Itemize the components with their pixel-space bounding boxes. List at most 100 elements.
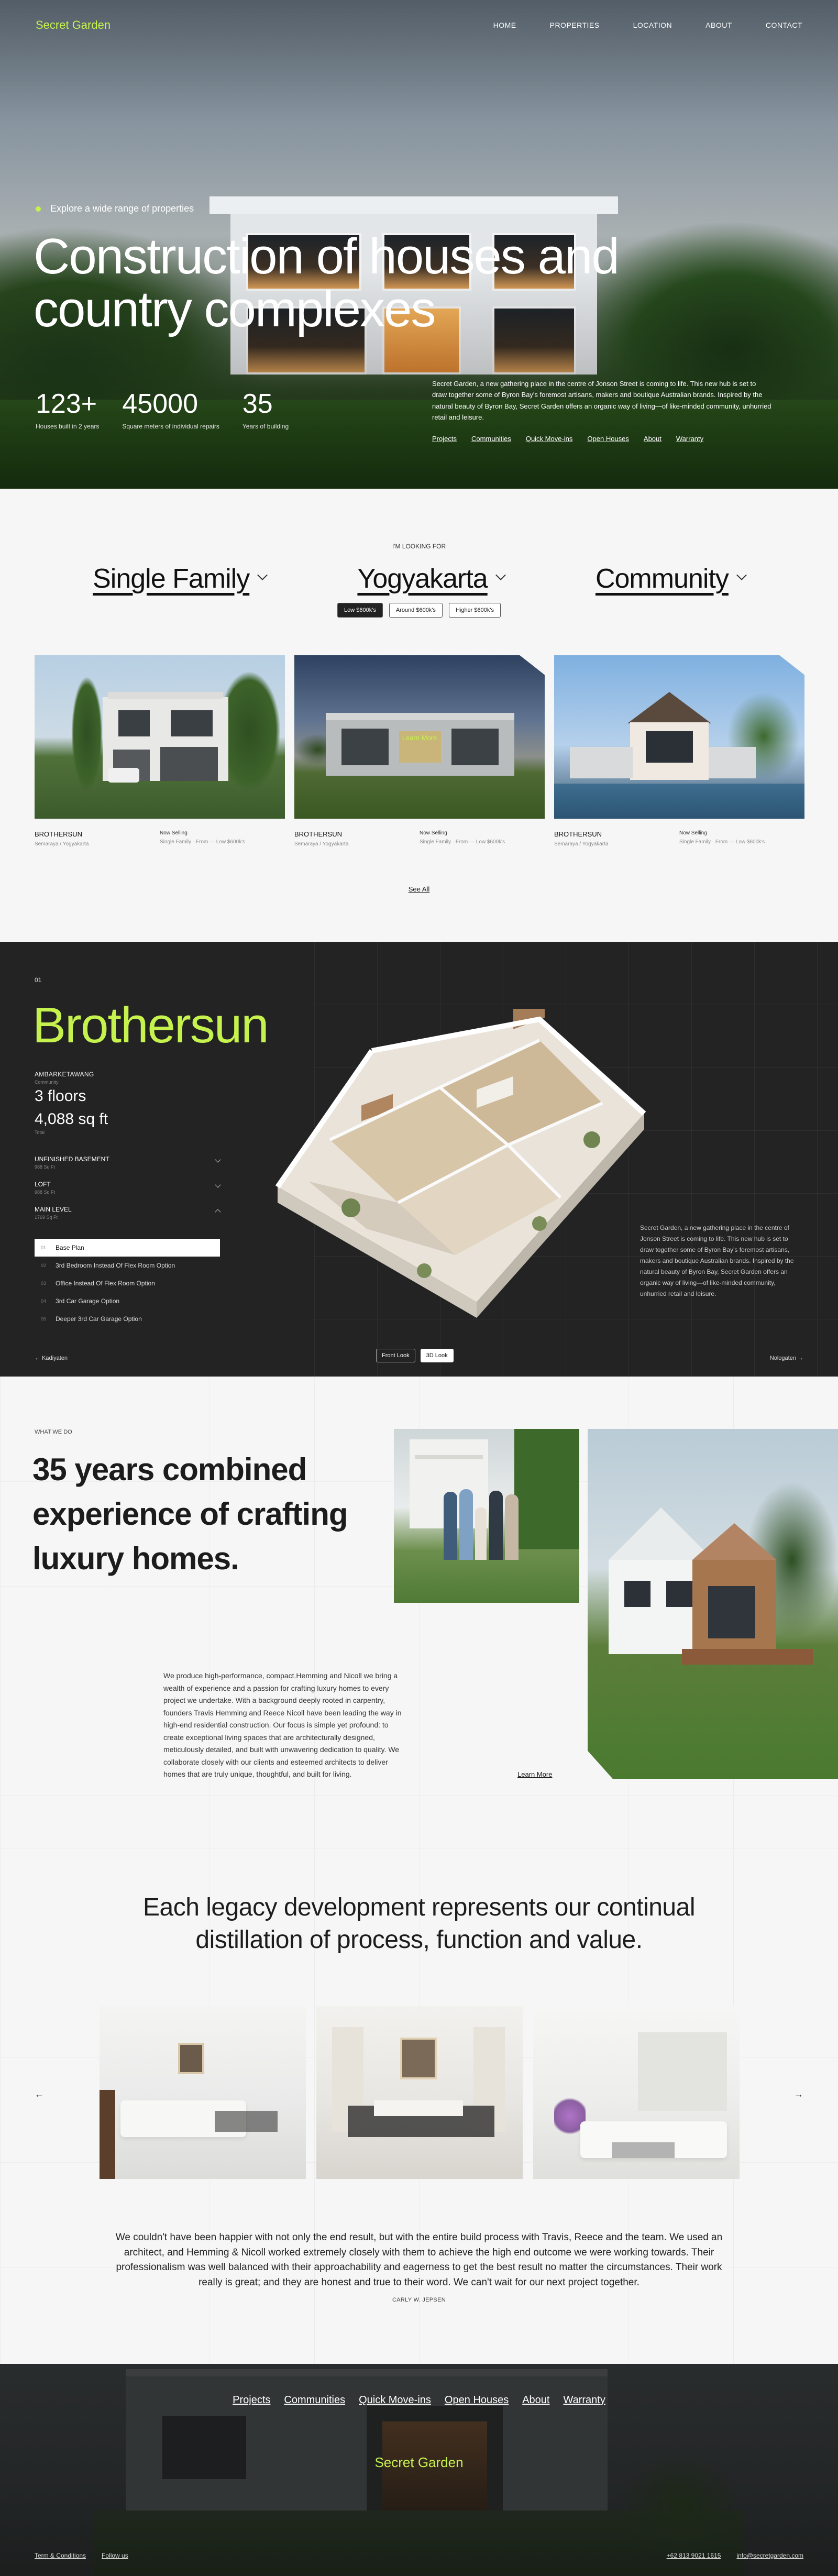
- nav-item-contact[interactable]: CONTACT: [766, 21, 802, 29]
- gallery-image[interactable]: [100, 2006, 306, 2179]
- learn-more-hover-label[interactable]: Learn More: [294, 734, 545, 742]
- chevron-down-icon: [736, 570, 747, 580]
- chevron-down-icon: [495, 570, 506, 580]
- site-footer: Projects Communities Quick Move-ins Open…: [0, 2364, 838, 2576]
- accordion-loft[interactable]: LOFT 988 Sq Ft: [35, 1181, 221, 1195]
- accordion-label: MAIN LEVEL: [35, 1206, 72, 1213]
- phone-link[interactable]: +62 813 9021 1615: [667, 2552, 721, 2559]
- hero-link-open-houses[interactable]: Open Houses: [587, 435, 629, 443]
- prev-model-label: Kadiyaten: [42, 1355, 68, 1361]
- property-card[interactable]: BROTHERSUN Semaraya / Yogyakarta Now Sel…: [554, 655, 804, 847]
- property-status: Now Selling: [160, 830, 188, 836]
- hero-link-projects[interactable]: Projects: [432, 435, 457, 443]
- plan-options: 01 Base Plan 02 3rd Bedroom Instead Of Fle…: [35, 1239, 220, 1328]
- hero-tagline: Explore a wide range of properties: [36, 203, 194, 214]
- follow-us-link[interactable]: Follow us: [102, 2552, 128, 2559]
- testimonial-author: CARLY W. JEPSEN: [392, 2297, 446, 2303]
- footer-link-communities[interactable]: Communities: [284, 2394, 345, 2406]
- spec-community-sub: Community: [35, 1080, 59, 1085]
- email-link[interactable]: info@secretgarden.com: [736, 2552, 803, 2559]
- property-price-range: Single Family · From — Low $600k's: [679, 839, 765, 845]
- property-card[interactable]: Learn More BROTHERSUN Semaraya / Yogyaka…: [294, 655, 545, 847]
- footer-link-warranty[interactable]: Warranty: [563, 2394, 605, 2406]
- stat-square-meters: 45000 Square meters of individual repair…: [122, 390, 219, 430]
- option-number: 01: [41, 1245, 47, 1250]
- modern-house-photo: [588, 1429, 838, 1779]
- property-name: BROTHERSUN: [35, 830, 83, 838]
- spec-floors-value: 3 floors: [35, 1087, 86, 1105]
- option-3rd-bedroom[interactable]: 02 3rd Bedroom Instead Of Flex Room Optio…: [35, 1257, 220, 1274]
- footer-contact: +62 813 9021 1615 info@secretgarden.com: [667, 2552, 803, 2559]
- hero-link-quick-move-ins[interactable]: Quick Move-ins: [526, 435, 573, 443]
- price-pill-around[interactable]: Around $600k's: [389, 603, 443, 618]
- accordion-main-level[interactable]: MAIN LEVEL 1769 Sq Ft: [35, 1206, 221, 1220]
- property-status: Now Selling: [679, 830, 707, 836]
- floorplan-section: 01 Brothersun AMBARKETAWANG Community 3 …: [0, 942, 838, 1377]
- bullet-dot-icon: [36, 206, 41, 212]
- front-look-button[interactable]: Front Look: [376, 1349, 415, 1362]
- property-price-range: Single Family · From — Low $600k's: [420, 839, 505, 845]
- property-location: Semaraya / Yogyakarta: [554, 841, 609, 847]
- option-3rd-car-garage[interactable]: 04 3rd Car Garage Option: [35, 1292, 220, 1310]
- property-meta: BROTHERSUN Semaraya / Yogyakarta Now Sel…: [554, 830, 804, 847]
- price-pill-low[interactable]: Low $600k's: [337, 603, 383, 618]
- view-toggle: Front Look 3D Look: [376, 1349, 454, 1362]
- footer-link-about[interactable]: About: [522, 2394, 549, 2406]
- next-model-link[interactable]: Nologaten →: [770, 1355, 803, 1361]
- gallery-next-arrow-icon[interactable]: →: [794, 2089, 803, 2100]
- spec-area-value: 4,088 sq ft: [35, 1110, 108, 1128]
- terms-link[interactable]: Term & Conditions: [35, 2552, 86, 2559]
- model-index: 01: [35, 976, 42, 984]
- see-all-link[interactable]: See All: [0, 885, 838, 893]
- learn-more-link[interactable]: Learn More: [517, 1770, 552, 1778]
- property-cards: BROTHERSUN Semaraya / Yogyakarta Now Sel…: [35, 655, 804, 847]
- nav-menu: HOME PROPERTIES LOCATION ABOUT CONTACT: [493, 21, 802, 29]
- footer-logo[interactable]: Secret Garden: [0, 2454, 838, 2471]
- interior-gallery: [100, 2006, 740, 2179]
- option-number: 04: [41, 1298, 47, 1304]
- option-office[interactable]: 03 Office Instead Of Flex Room Option: [35, 1274, 220, 1292]
- legacy-headline: Each legacy development represents our c…: [143, 1894, 695, 1954]
- property-image[interactable]: Learn More: [294, 655, 545, 819]
- property-card[interactable]: BROTHERSUN Semaraya / Yogyakarta Now Sel…: [35, 655, 285, 847]
- hero-section: Secret Garden HOME PROPERTIES LOCATION A…: [0, 0, 838, 489]
- accordion-label: UNFINISHED BASEMENT: [35, 1155, 109, 1163]
- filter-label: Community: [595, 564, 729, 594]
- filter-home-type[interactable]: Single Family: [93, 563, 268, 595]
- footer-link-projects[interactable]: Projects: [233, 2394, 270, 2406]
- hero-link-warranty[interactable]: Warranty: [676, 435, 703, 443]
- site-logo[interactable]: Secret Garden: [36, 18, 111, 32]
- price-pill-higher[interactable]: Higher $600k's: [448, 603, 501, 618]
- gallery-prev-arrow-icon[interactable]: ←: [35, 2089, 44, 2100]
- option-deeper-garage[interactable]: 05 Deeper 3rd Car Garage Option: [35, 1310, 220, 1328]
- nav-item-home[interactable]: HOME: [493, 21, 516, 29]
- prev-model-link[interactable]: ← Kadiyaten: [35, 1355, 68, 1361]
- hero-link-communities[interactable]: Communities: [471, 435, 511, 443]
- filter-community[interactable]: Community: [595, 563, 747, 595]
- filter-location[interactable]: Yogyakarta: [357, 563, 506, 595]
- property-image[interactable]: [554, 655, 804, 819]
- accordion-unfinished-basement[interactable]: UNFINISHED BASEMENT 988 Sq Ft: [35, 1155, 221, 1170]
- gallery-image[interactable]: [316, 2006, 523, 2179]
- nav-item-location[interactable]: LOCATION: [633, 21, 672, 29]
- property-image[interactable]: [35, 655, 285, 819]
- hero-tagline-text: Explore a wide range of properties: [50, 203, 194, 214]
- property-meta: BROTHERSUN Semaraya / Yogyakarta Now Sel…: [294, 830, 545, 847]
- 3d-look-button[interactable]: 3D Look: [420, 1349, 454, 1362]
- stat-number: 123+: [36, 389, 97, 419]
- hero-stats: 123+ Houses built in 2 years 45000 Squar…: [36, 390, 289, 430]
- gallery-image[interactable]: [533, 2006, 740, 2179]
- spec-community-name: AMBARKETAWANG: [35, 1071, 94, 1078]
- footer-link-open-houses[interactable]: Open Houses: [445, 2394, 509, 2406]
- option-label: Base Plan: [56, 1244, 84, 1251]
- footer-link-quick-move-ins[interactable]: Quick Move-ins: [359, 2394, 431, 2406]
- stat-number: 35: [242, 389, 273, 419]
- option-base-plan[interactable]: 01 Base Plan: [35, 1239, 220, 1257]
- nav-item-about[interactable]: ABOUT: [705, 21, 732, 29]
- hero-link-about[interactable]: About: [644, 435, 661, 443]
- nav-item-properties[interactable]: PROPERTIES: [550, 21, 600, 29]
- footer-bottom-left: Term & Conditions Follow us: [35, 2552, 128, 2559]
- testimonial-quote: We couldn't have been happier with not o…: [115, 2232, 723, 2288]
- property-meta: BROTHERSUN Semaraya / Yogyakarta Now Sel…: [35, 830, 285, 847]
- property-location: Semaraya / Yogyakarta: [294, 841, 349, 847]
